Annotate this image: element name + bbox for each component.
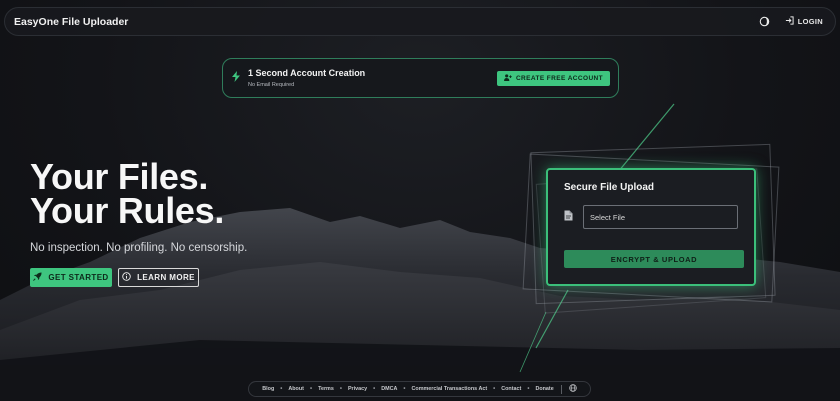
account-promo-banner: 1 Second Account Creation No Email Requi…: [222, 58, 619, 98]
encrypt-upload-button[interactable]: ENCRYPT & UPLOAD: [564, 250, 744, 268]
footer-separator: •: [339, 386, 342, 392]
footer-separator: •: [280, 386, 283, 392]
rocket-icon: [33, 272, 42, 283]
bolt-icon: [232, 69, 242, 87]
hero-subtitle: No inspection. No profiling. No censorsh…: [30, 242, 248, 254]
hero-title-line1: Your Files.: [30, 156, 209, 197]
hero-title-line2: Your Rules.: [30, 190, 225, 231]
hero-title: Your Files. Your Rules.: [30, 156, 247, 231]
brand-title[interactable]: EasyOne File Uploader: [14, 16, 128, 28]
footer-link-donate[interactable]: Donate: [535, 386, 553, 392]
footer-separator: •: [527, 386, 530, 392]
footer-link-contact[interactable]: Contact: [501, 386, 521, 392]
footer-links: Blog • About • Terms • Privacy • DMCA • …: [248, 381, 591, 397]
footer-divider: [560, 384, 562, 394]
info-circle-icon: [122, 272, 131, 283]
footer-link-dmca[interactable]: DMCA: [381, 386, 397, 392]
create-account-label: CREATE FREE ACCOUNT: [515, 74, 603, 82]
get-started-button[interactable]: GET STARTED: [30, 268, 112, 287]
footer-link-about[interactable]: About: [288, 386, 304, 392]
file-icon: [564, 208, 573, 226]
get-started-label: GET STARTED: [48, 273, 109, 282]
create-account-button[interactable]: CREATE FREE ACCOUNT: [496, 70, 610, 86]
learn-more-button[interactable]: LEARN MORE: [118, 268, 199, 287]
footer-link-commercial-transactions-act[interactable]: Commercial Transactions Act: [412, 386, 488, 392]
hero-section: Your Files. Your Rules. No inspection. N…: [30, 156, 248, 287]
login-label: LOGIN: [797, 17, 823, 26]
user-plus-icon: [504, 73, 512, 83]
footer-separator: •: [493, 386, 496, 392]
footer-link-blog[interactable]: Blog: [262, 386, 274, 392]
footer-link-privacy[interactable]: Privacy: [348, 386, 367, 392]
login-button[interactable]: LOGIN: [785, 16, 823, 27]
footer-separator: •: [373, 386, 376, 392]
file-select-placeholder: Select File: [590, 212, 626, 222]
footer-separator: •: [403, 386, 406, 392]
moon-half-icon[interactable]: [759, 16, 771, 28]
promo-title: 1 Second Account Creation: [248, 68, 366, 78]
footer-link-terms[interactable]: Terms: [318, 386, 334, 392]
promo-subtitle: No Email Required: [248, 82, 295, 88]
upload-card-title: Secure File Upload: [564, 182, 655, 193]
file-select-input[interactable]: Select File: [583, 205, 738, 229]
top-navbar: EasyOne File Uploader LOGIN: [4, 7, 836, 36]
learn-more-label: LEARN MORE: [137, 273, 195, 282]
upload-card: Secure File Upload Select File ENCRYPT &…: [546, 168, 756, 286]
login-arrow-icon: [785, 16, 794, 27]
footer-separator: •: [309, 386, 313, 392]
globe-icon[interactable]: [568, 384, 577, 394]
